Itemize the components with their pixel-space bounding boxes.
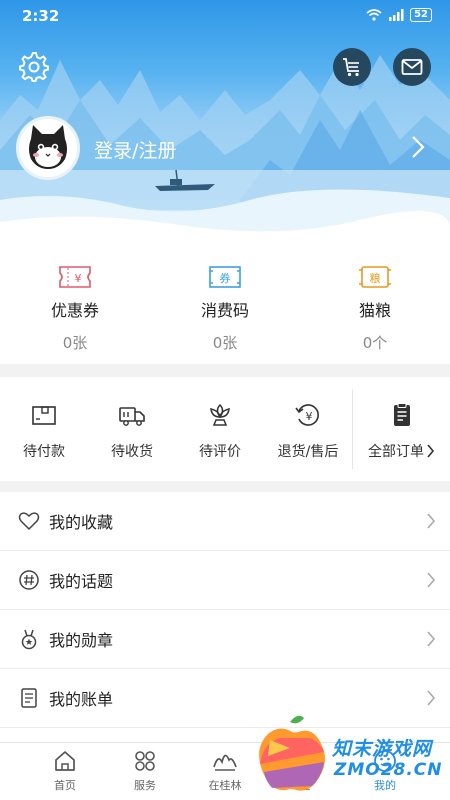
chevron-right-icon[interactable] <box>410 135 426 159</box>
chevron-right-icon <box>427 631 436 647</box>
cat-food-icon: 粮 <box>359 266 391 288</box>
menu-label: 我的收藏 <box>49 513 114 532</box>
menu-list: 我的收藏 我的话题 我的勋章 我的账单 <box>0 492 450 742</box>
avatar[interactable] <box>16 116 80 180</box>
cat-food-label: 猫粮 <box>358 301 391 320</box>
menu-label: 我的勋章 <box>49 631 114 650</box>
order-pending-payment[interactable]: 待付款 <box>0 377 88 481</box>
profile-header <box>0 0 450 240</box>
consume-code-count: 0张 <box>212 334 238 352</box>
mountain-icon <box>213 754 237 771</box>
chevron-right-icon <box>427 444 435 458</box>
order-all[interactable]: 全部订单 <box>352 389 450 469</box>
cat-food-entry[interactable]: 粮 猫粮 0个 <box>300 240 450 364</box>
menu-item-favorites[interactable]: 我的收藏 <box>0 492 450 551</box>
hashtag-icon <box>19 570 39 590</box>
heart-icon <box>18 512 40 531</box>
order-refund[interactable]: ¥ 退货/售后 <box>264 377 352 481</box>
coupon-icon-text: ¥ <box>75 272 82 285</box>
order-pending-review[interactable]: 待评价 <box>176 377 264 481</box>
home-icon <box>55 751 75 771</box>
cat-food-count: 0个 <box>362 334 388 352</box>
tab-services[interactable]: 服务 <box>105 743 185 800</box>
order-pending-receipt[interactable]: 待收货 <box>88 377 176 481</box>
order-all-row: 全部订单 <box>368 441 435 461</box>
tab-label: 首页 <box>54 779 76 792</box>
order-label: 退货/售后 <box>277 444 339 460</box>
menu-item-medals[interactable]: 我的勋章 <box>0 610 450 669</box>
status-bar: 2:32 52 <box>0 0 450 34</box>
refund-icon: ¥ <box>295 404 319 426</box>
bill-icon <box>21 688 37 708</box>
landscape-illustration <box>0 55 450 240</box>
consume-code-icon-text: 券 <box>220 271 231 285</box>
consume-code-icon: 券 <box>209 266 241 288</box>
watermark-line2: ZMO28.CN <box>334 760 443 780</box>
assets-row: ¥ 优惠券 0张 券 消费码 0张 粮 猫粮 0个 <box>0 240 450 364</box>
menu-label: 我的账单 <box>49 690 114 709</box>
tab-label: 在桂林 <box>208 779 242 792</box>
wallet-icon <box>32 406 56 425</box>
cart-button[interactable] <box>333 48 371 86</box>
coupon-count: 0张 <box>62 334 88 352</box>
watermark-line1: 知末游戏网 <box>332 738 433 760</box>
flower-icon <box>210 403 230 426</box>
chevron-right-icon <box>427 690 436 706</box>
order-label: 全部订单 <box>368 444 424 460</box>
tab-label: 服务 <box>134 779 156 792</box>
consume-code-entry[interactable]: 券 消费码 0张 <box>150 240 300 364</box>
watermark: 知末游戏网 ZMO28.CN <box>250 712 450 800</box>
consume-code-label: 消费码 <box>200 301 249 320</box>
menu-label: 我的话题 <box>49 572 114 591</box>
signal-icon <box>389 9 404 21</box>
coupon-ticket-icon: ¥ <box>59 266 91 288</box>
order-label: 待付款 <box>23 444 65 460</box>
orders-row: 待付款 待收货 待评价 ¥ 退货/售后 全部订单 <box>0 377 450 481</box>
status-time: 2:32 <box>22 7 60 25</box>
order-label: 待评价 <box>199 444 241 460</box>
grid-icon <box>135 751 155 771</box>
battery-icon: 52 <box>410 8 432 22</box>
wifi-icon <box>366 9 382 21</box>
status-icons: 52 <box>366 8 432 22</box>
svg-text:¥: ¥ <box>306 410 313 423</box>
cat-food-icon-text: 粮 <box>370 271 381 285</box>
gear-icon[interactable] <box>16 50 50 84</box>
clipboard-icon <box>393 403 410 426</box>
mail-icon <box>401 59 423 75</box>
order-label: 待收货 <box>111 444 153 460</box>
menu-item-topics[interactable]: 我的话题 <box>0 551 450 610</box>
truck-icon <box>119 407 145 426</box>
coupon-entry[interactable]: ¥ 优惠券 0张 <box>0 240 150 364</box>
chevron-right-icon <box>427 513 436 529</box>
medal-icon <box>21 629 37 650</box>
message-button[interactable] <box>393 48 431 86</box>
login-register-link[interactable]: 登录/注册 <box>94 136 176 163</box>
cart-icon <box>343 58 359 77</box>
chevron-right-icon <box>427 572 436 588</box>
cat-avatar-icon <box>19 119 77 177</box>
tab-home[interactable]: 首页 <box>25 743 105 800</box>
coupon-label: 优惠券 <box>50 301 99 320</box>
